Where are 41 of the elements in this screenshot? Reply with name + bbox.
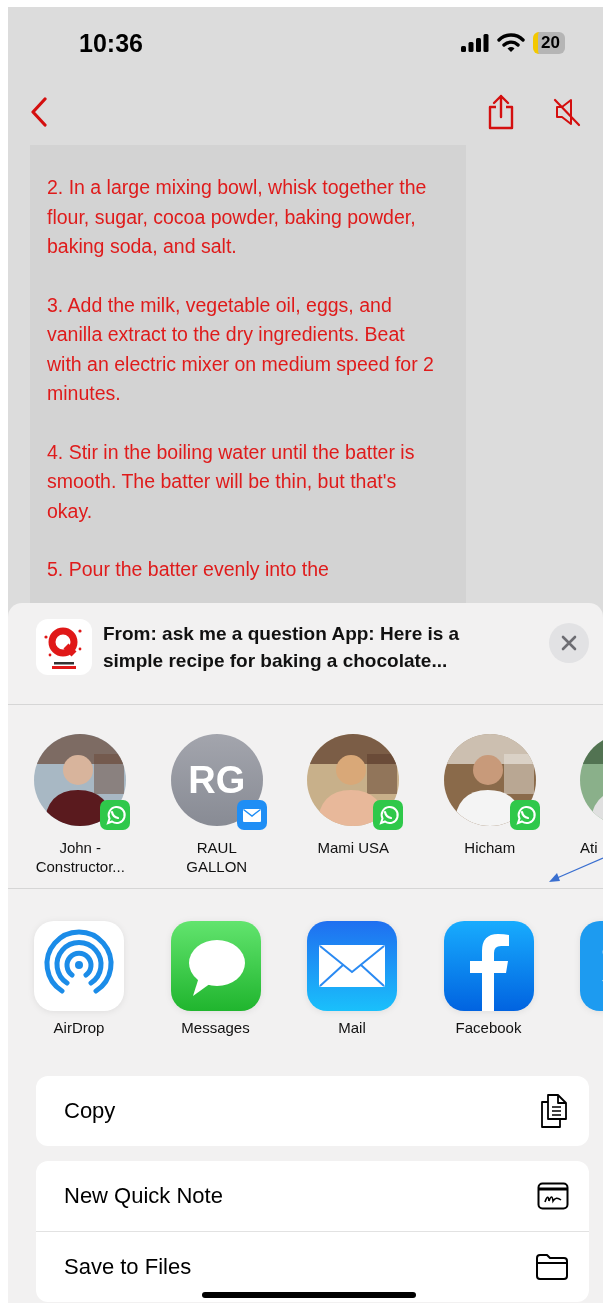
- airdrop-icon[interactable]: [34, 921, 124, 1011]
- share-icon[interactable]: [487, 94, 515, 130]
- contact-name: RAUL GALLON: [186, 838, 248, 876]
- signal-icon: [461, 34, 490, 52]
- back-icon[interactable]: [30, 97, 48, 127]
- recipe-step: 4. Stir in the boiling water until the batter is smooth. The batter will be thin, but that's okay.: [47, 437, 444, 526]
- recipe-step: 2. In a large mixing bowl, whisk together the flour, sugar, cocoa powder, baking powder, baking soda, and salt.: [47, 173, 444, 262]
- recipe-step: 5. Pour the batter evenly into the: [47, 555, 444, 585]
- share-title: From: ask me a question App: Here is a simple recipe for baking a chocolate...: [103, 621, 461, 673]
- contact-name: Hicham: [464, 838, 516, 857]
- contact-name: Ati: [580, 838, 598, 857]
- app-label: AirDrop: [53, 1019, 105, 1036]
- contact-name: Mami USA: [317, 838, 390, 857]
- close-icon: [561, 634, 577, 651]
- close-button[interactable]: [549, 622, 589, 663]
- chat-badge-icon: [373, 800, 404, 830]
- action-row[interactable]: Copy: [36, 1076, 589, 1146]
- annotation-arrow: [549, 857, 603, 885]
- action-label: New Quick Note: [64, 1183, 223, 1209]
- app-logo-icon: [36, 618, 92, 675]
- facebook-icon[interactable]: [443, 921, 534, 1011]
- wifi-icon: [497, 33, 526, 53]
- chat-badge-icon: [100, 800, 131, 830]
- mail-badge-icon: [236, 800, 267, 830]
- app-label: Messages: [181, 1019, 250, 1036]
- quick-note-icon: [537, 1182, 569, 1210]
- recipe-step: 3. Add the milk, vegetable oil, eggs, and vanilla extract to the dry ingredients. Beat with an electric mixer on medium speed for 2 minutes.: [47, 290, 444, 409]
- app-label: Facebook: [455, 1019, 522, 1036]
- messages-icon[interactable]: [170, 921, 261, 1011]
- copy-icon: [539, 1093, 569, 1129]
- chat-badge-icon: [509, 800, 540, 830]
- mute-icon[interactable]: [553, 97, 581, 127]
- folder-icon: [535, 1253, 569, 1281]
- contact-name: John - Constructor...: [35, 838, 125, 876]
- action-label: Save to Files: [64, 1254, 192, 1280]
- action-row[interactable]: New Quick Note: [36, 1161, 589, 1231]
- action-label: Copy: [64, 1098, 116, 1124]
- status-time: 10:36: [79, 28, 143, 58]
- app-label: Mail: [338, 1019, 366, 1036]
- battery-indicator: 20: [533, 32, 565, 54]
- mail-icon[interactable]: [307, 921, 397, 1011]
